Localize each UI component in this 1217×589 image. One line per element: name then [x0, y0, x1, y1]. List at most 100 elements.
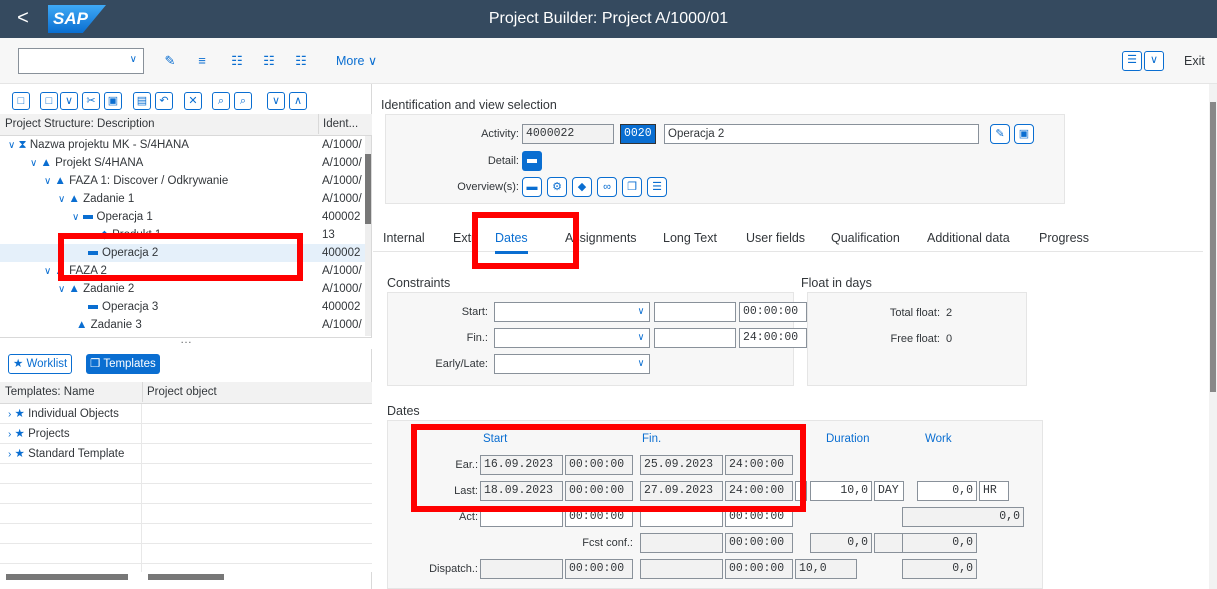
dispatch-label: Dispatch.:: [429, 563, 478, 575]
tab-user-fields[interactable]: User fields: [746, 228, 805, 248]
activity-detail-button[interactable]: [522, 151, 542, 171]
fin-constraint-label: Fin.:: [466, 332, 488, 344]
chevron-down-icon: ∨: [8, 140, 16, 151]
edit-text-icon[interactable]: ✎: [990, 124, 1010, 144]
tree-scroll-thumb[interactable]: [365, 154, 371, 224]
templates-tab[interactable]: ❐ Templates: [86, 354, 160, 374]
start-constraint-time[interactable]: 00:00:00: [739, 302, 807, 322]
expand-icon[interactable]: □: [12, 92, 30, 110]
tree-row[interactable]: ∨ ▲ FAZA 1: Discover / Odkrywanie: [44, 172, 228, 190]
ident-cell: A/1000/: [322, 157, 362, 169]
search-icon[interactable]: ⌕: [212, 92, 230, 110]
templates-table: › ★ Individual Objects › ★ Projects › ★ …: [0, 404, 372, 572]
chevron-down-icon: ∨: [367, 54, 378, 68]
highlight-box-operacja2: [58, 233, 303, 281]
view-combobox[interactable]: ∨: [18, 48, 144, 74]
horizontal-scrollbar[interactable]: [148, 574, 224, 580]
overview-activity-icon[interactable]: ▬: [522, 177, 542, 197]
tab-qualification[interactable]: Qualification: [831, 228, 900, 248]
tree-scrollbar[interactable]: [365, 136, 371, 336]
activity-icon: [527, 159, 537, 163]
horizontal-scrollbar[interactable]: [6, 574, 128, 580]
tree-row[interactable]: ∨ ⧗ Nazwa projektu MK - S/4HANA: [8, 136, 189, 154]
fin-constraint-date[interactable]: [654, 328, 736, 348]
overview-document-icon[interactable]: ❐: [622, 177, 642, 197]
screen-options-icon[interactable]: ☰: [1122, 51, 1142, 71]
tree-row[interactable]: ∨ ▲ Projekt S/4HANA: [30, 154, 143, 172]
start-constraint-date[interactable]: [654, 302, 736, 322]
tree-label: FAZA 1: Discover / Odkrywanie: [69, 175, 229, 187]
tab-progress[interactable]: Progress: [1039, 228, 1089, 248]
star-icon: ★: [14, 448, 25, 460]
tab-additional-data[interactable]: Additional data: [927, 228, 1010, 248]
ident-cell: A/1000/: [322, 265, 362, 277]
col-duration: Duration: [826, 433, 870, 445]
delete-icon[interactable]: ✕: [184, 92, 202, 110]
start-constraint-select[interactable]: ∨: [494, 302, 650, 322]
overview-component-icon[interactable]: ⚙: [547, 177, 567, 197]
tree-label: Projekt S/4HANA: [55, 157, 144, 169]
forecast-conf-label: Fcst conf.:: [582, 537, 633, 549]
picture-icon[interactable]: ▣: [1014, 124, 1034, 144]
fin-constraint-time[interactable]: 24:00:00: [739, 328, 807, 348]
expand-all-icon[interactable]: ∧: [289, 92, 307, 110]
tree-label: Operacja 3: [102, 301, 159, 313]
tree-row[interactable]: ∨ ▲ Zadanie 1: [58, 190, 134, 208]
total-float-label: Total float:: [889, 307, 940, 319]
ident-cell: A/1000/: [322, 319, 362, 331]
tree-row[interactable]: ∨ Operacja 1: [72, 208, 153, 226]
activity-number-field: 4000022: [522, 124, 614, 144]
duration-unit-field[interactable]: DAY: [874, 481, 904, 501]
tree-row[interactable]: Operacja 3: [88, 298, 158, 316]
tab-long-text[interactable]: Long Text: [663, 228, 717, 248]
toolbar: ∨ ✎ ≡ ☷ ☷ ☷ More ∨ ☰ ∨ Exit: [0, 38, 1217, 84]
work-unit-field[interactable]: HR: [979, 481, 1009, 501]
overview-milestone-icon[interactable]: ◆: [572, 177, 592, 197]
more-menu-button[interactable]: More ∨: [336, 53, 377, 68]
paste-icon[interactable]: ▤: [133, 92, 151, 110]
chevron-down-icon: ∨: [58, 284, 66, 295]
template-row[interactable]: › ★ Individual Objects: [8, 405, 119, 423]
tree-row[interactable]: ∨ ▲ Zadanie 2: [58, 280, 134, 298]
structure-graph-icon[interactable]: ☷: [227, 51, 247, 71]
total-float-value: 2: [946, 307, 953, 319]
vertical-scrollbar[interactable]: [1209, 84, 1217, 589]
collapse-all-icon[interactable]: ∨: [267, 92, 285, 110]
activity-name-field[interactable]: Operacja 2: [664, 124, 979, 144]
search-next-icon[interactable]: ⌕: [234, 92, 252, 110]
dispatch-fin-date: [640, 559, 723, 579]
cut-icon[interactable]: ✂: [82, 92, 100, 110]
early-late-select[interactable]: ∨: [494, 354, 650, 374]
create-icon[interactable]: □: [40, 92, 58, 110]
activity-operation-field[interactable]: 0020: [620, 124, 656, 144]
worklist-tab[interactable]: ★ Worklist: [8, 354, 73, 374]
fin-constraint-select[interactable]: ∨: [494, 328, 650, 348]
hierarchy-icon[interactable]: ≡: [192, 51, 212, 71]
chevron-down-icon: ∨: [637, 333, 644, 344]
template-row[interactable]: › ★ Standard Template: [8, 445, 124, 463]
constraints-section-title: Constraints: [387, 276, 451, 290]
overview-relationship-icon[interactable]: ∞: [597, 177, 617, 197]
network-graph-icon[interactable]: ☷: [259, 51, 279, 71]
display-change-icon[interactable]: ✎: [160, 51, 180, 71]
copy-icon[interactable]: ▣: [104, 92, 122, 110]
start-constraint-label: Start:: [461, 306, 488, 318]
vertical-scroll-thumb[interactable]: [1210, 102, 1216, 392]
undo-icon[interactable]: ↶: [155, 92, 173, 110]
chevron-down-icon[interactable]: ∨: [1144, 51, 1164, 71]
work-field[interactable]: 0,0: [917, 481, 977, 501]
dispatch-work-field: 0,0: [902, 559, 977, 579]
splitter[interactable]: …: [0, 332, 372, 349]
overview-text-icon[interactable]: ☰: [647, 177, 667, 197]
chevron-down-icon[interactable]: ∨: [60, 92, 78, 110]
duration-field[interactable]: 10,0: [810, 481, 872, 501]
project-planning-board-icon[interactable]: ☷: [291, 51, 311, 71]
tree-row[interactable]: ▲ Zadanie 3: [76, 316, 142, 334]
template-row[interactable]: › ★ Projects: [8, 425, 70, 443]
overview-label: Overview(s):: [457, 181, 519, 193]
exit-button[interactable]: Exit: [1184, 54, 1205, 68]
tab-internal[interactable]: Internal: [383, 228, 425, 248]
forecast-fin-time: 00:00:00: [725, 533, 793, 553]
column-divider: [141, 404, 142, 572]
template-label: Projects: [28, 428, 70, 440]
